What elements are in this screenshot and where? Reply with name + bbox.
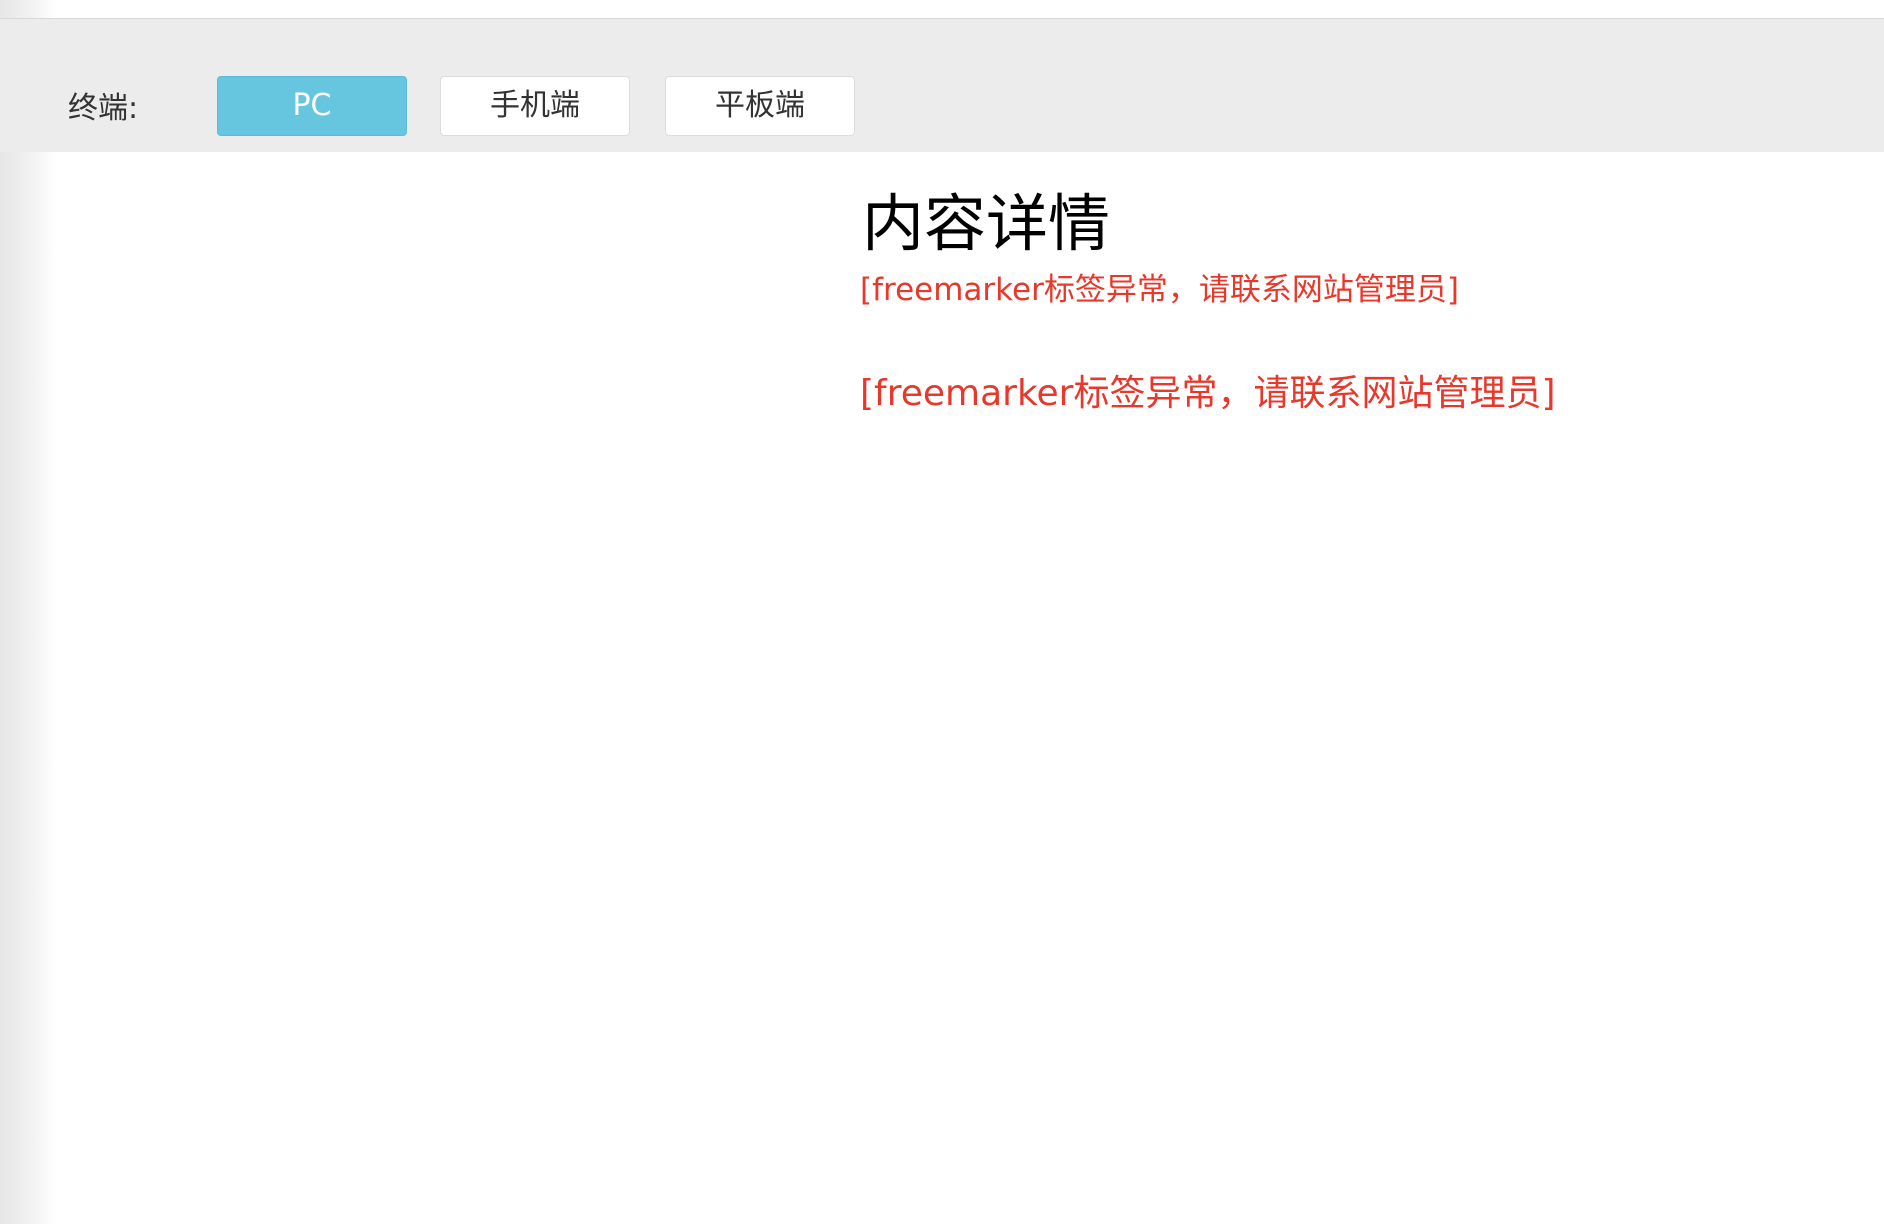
page-title: 内容详情 — [862, 187, 1111, 260]
left-edge-shadow — [0, 0, 56, 1224]
terminal-label: 终端: — [68, 91, 139, 126]
pc-terminal-button[interactable]: PC — [217, 76, 407, 136]
freemarker-error-message: [freemarker标签异常，请联系网站管理员] — [860, 373, 1556, 414]
terminal-toolbar: 终端: PC 手机端 平板端 — [0, 19, 1884, 152]
freemarker-error-message: [freemarker标签异常，请联系网站管理员] — [860, 272, 1459, 308]
mobile-terminal-button[interactable]: 手机端 — [440, 76, 630, 136]
page: 终端: PC 手机端 平板端 内容详情 [freemarker标签异常，请联系网… — [0, 0, 1884, 1224]
tablet-terminal-button[interactable]: 平板端 — [665, 76, 855, 136]
